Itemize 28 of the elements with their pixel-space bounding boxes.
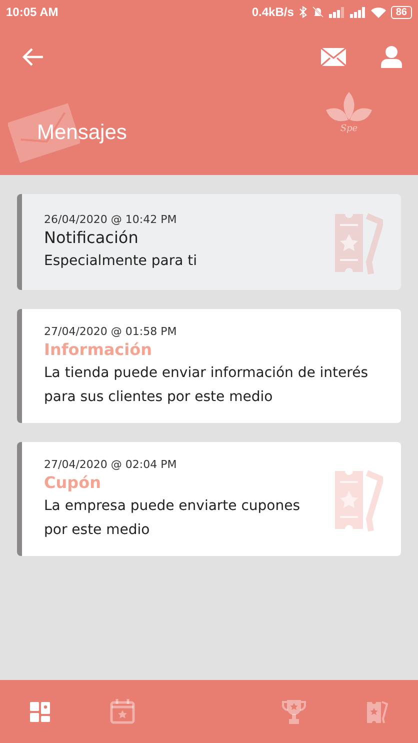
message-card[interactable]: 26/04/2020 @ 10:42 PM Notificación Especialmente para ti	[17, 194, 401, 290]
signal-icon	[328, 6, 345, 18]
signal-icon	[350, 6, 366, 18]
message-card[interactable]: 27/04/2020 @ 01:58 PM Información La tienda puede enviar información de interés para sus clientes por este medio	[17, 309, 401, 423]
calendar-tab[interactable]	[110, 699, 135, 724]
status-time: 10:05 AM	[6, 5, 58, 19]
trophy-tab[interactable]	[282, 700, 306, 724]
message-title: Notificación	[44, 228, 140, 247]
dashboard-tab[interactable]	[30, 702, 50, 722]
logo-text: Spe	[340, 124, 358, 134]
network-speed: 0.4kB/s	[252, 5, 294, 19]
mute-icon	[312, 6, 324, 18]
coupons-tab[interactable]	[366, 700, 388, 724]
message-date: 27/04/2020 @ 02:04 PM	[44, 458, 178, 471]
message-date: 27/04/2020 @ 01:58 PM	[44, 325, 178, 338]
message-date: 26/04/2020 @ 10:42 PM	[44, 213, 178, 226]
back-arrow-icon[interactable]	[22, 48, 44, 66]
message-title: Cupón	[44, 473, 102, 492]
wifi-icon	[370, 6, 386, 18]
message-text: La empresa puede enviarte cupones por este medio	[44, 497, 302, 540]
message-title: Información	[44, 340, 154, 359]
page-title: Mensajes	[37, 120, 127, 144]
message-text: La tienda puede enviar información de interés para sus clientes por este medio	[44, 364, 370, 407]
user-icon[interactable]	[381, 46, 402, 68]
battery-indicator: 86	[390, 6, 412, 18]
message-text: Especialmente para ti	[44, 252, 198, 271]
message-card[interactable]: 27/04/2020 @ 02:04 PM Cupón La empresa puede enviarte cupones por este medio	[17, 442, 401, 556]
bluetooth-icon	[298, 6, 307, 18]
